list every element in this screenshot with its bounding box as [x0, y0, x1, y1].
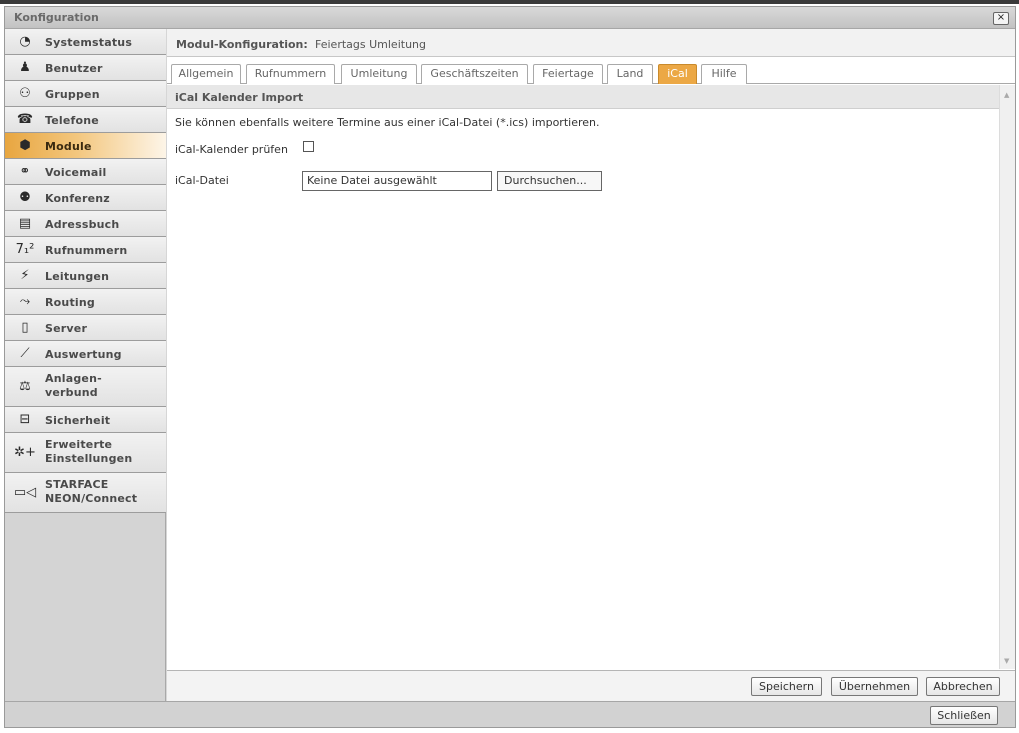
section-header: iCal Kalender Import: [167, 85, 999, 109]
sidebar-item-benutzer[interactable]: ♟ Benutzer: [5, 55, 166, 81]
sidebar-item-label: Erweiterte Einstellungen: [45, 438, 133, 465]
tab-allgemein[interactable]: Allgemein: [171, 64, 241, 84]
sidebar-item-auswertung[interactable]: ⟋ Auswertung: [5, 341, 166, 367]
apply-button[interactable]: Übernehmen: [831, 677, 918, 696]
module-header: Modul-Konfiguration: Feiertags Umleitung: [167, 29, 1015, 57]
sidebar-item-label: Module: [45, 140, 92, 153]
sidebar-item-systemstatus[interactable]: ◔ Systemstatus: [5, 29, 166, 55]
sidebar-item-module[interactable]: ⬢ Module: [5, 133, 166, 159]
sidebar-item-label: Benutzer: [45, 62, 103, 75]
sidebar-item-starface-neon-connect[interactable]: ▭◁ STARFACE NEON/Connect: [5, 473, 166, 513]
addressbook-icon: ▤: [18, 216, 32, 231]
sidebar-item-leitungen[interactable]: ⚡ Leitungen: [5, 263, 166, 289]
scroll-down-icon[interactable]: ▼: [1004, 657, 1009, 665]
module-icon: ⬢: [19, 138, 31, 153]
ical-file-label: iCal-Datei: [175, 174, 229, 187]
scroll-up-icon[interactable]: ▲: [1004, 91, 1009, 99]
save-button[interactable]: Speichern: [751, 677, 822, 696]
cancel-button[interactable]: Abbrechen: [926, 677, 1000, 696]
ical-file-input[interactable]: Keine Datei ausgewählt: [302, 171, 492, 191]
sidebar-item-label: Systemstatus: [45, 36, 133, 49]
sidebar-item-label: STARFACE NEON/Connect: [45, 478, 138, 505]
sidebar-item-voicemail[interactable]: ⚭ Voicemail: [5, 159, 166, 185]
sidebar-item-label: Anlagen- verbund: [45, 372, 102, 399]
user-icon: ♟: [19, 60, 31, 75]
configuration-window: Konfiguration × ◔ Systemstatus ♟ Benutzer ⚇ G…: [4, 6, 1016, 728]
section-title: iCal Kalender Import: [175, 91, 304, 104]
numbers-icon: 7₁²: [15, 242, 35, 257]
info-text: Sie können ebenfalls weitere Termine aus…: [175, 116, 600, 129]
sidebar-item-label: Leitungen: [45, 270, 110, 283]
browse-button[interactable]: Durchsuchen...: [497, 171, 602, 191]
conference-icon: ⚉: [19, 190, 31, 205]
phone-icon: ☎: [16, 112, 34, 127]
tab-land[interactable]: Land: [607, 64, 653, 84]
chart-icon: ⟋: [20, 346, 30, 361]
plug-icon: ⚡: [20, 268, 30, 283]
tab-hilfe[interactable]: Hilfe: [701, 64, 747, 84]
ical-check-label: iCal-Kalender prüfen: [175, 143, 288, 156]
screen-top-edge: [0, 0, 1019, 4]
sidebar-item-routing[interactable]: ⤳ Routing: [5, 289, 166, 315]
close-button[interactable]: Schließen: [930, 706, 998, 725]
tab-umleitung[interactable]: Umleitung: [341, 64, 417, 84]
sidebar-item-label: Voicemail: [45, 166, 107, 179]
sidebar-item-anlagen-verbund[interactable]: ⚖ Anlagen- verbund: [5, 367, 166, 407]
window-title: Konfiguration: [14, 11, 99, 24]
settings-plus-icon: ✲+: [14, 445, 36, 460]
tab-rufnummern[interactable]: Rufnummern: [246, 64, 335, 84]
sidebar-item-sicherheit[interactable]: ⊟ Sicherheit: [5, 407, 166, 433]
sidebar: ◔ Systemstatus ♟ Benutzer ⚇ Gruppen ☎ Telefone ⬢…: [5, 29, 166, 701]
sidebar-item-label: Gruppen: [45, 88, 100, 101]
clock-icon: ◔: [19, 34, 31, 49]
sidebar-item-label: Adressbuch: [45, 218, 120, 231]
footer-bar: Speichern Übernehmen Abbrechen: [167, 670, 1015, 701]
server-icon: ▯: [21, 320, 29, 335]
tab-bar: Allgemein Rufnummern Umleitung Geschäfts…: [167, 57, 1015, 84]
tab-feiertage[interactable]: Feiertage: [533, 64, 603, 84]
ical-check-checkbox[interactable]: [303, 141, 314, 152]
vertical-scrollbar[interactable]: ▲ ▼: [999, 85, 1015, 669]
sidebar-item-telefone[interactable]: ☎ Telefone: [5, 107, 166, 133]
module-header-label: Modul-Konfiguration:: [176, 38, 308, 51]
sidebar-item-adressbuch[interactable]: ▤ Adressbuch: [5, 211, 166, 237]
tab-ical[interactable]: iCal: [658, 64, 697, 84]
sidebar-item-rufnummern[interactable]: 7₁² Rufnummern: [5, 237, 166, 263]
voicemail-icon: ⚭: [19, 164, 31, 179]
sidebar-item-label: Server: [45, 322, 88, 335]
sidebar-item-konferenz[interactable]: ⚉ Konferenz: [5, 185, 166, 211]
ical-import-form: Sie können ebenfalls weitere Termine aus…: [167, 109, 999, 669]
sidebar-item-label: Sicherheit: [45, 414, 111, 427]
main-panel: Modul-Konfiguration: Feiertags Umleitung…: [167, 29, 1015, 701]
sidebar-item-label: Telefone: [45, 114, 99, 127]
network-icon: ⚖: [19, 379, 31, 394]
window-bottom-bar: Schließen: [5, 701, 1015, 727]
sidebar-item-label: Rufnummern: [45, 244, 128, 257]
tab-geschaeftszeiten[interactable]: Geschäftszeiten: [421, 64, 528, 84]
lock-icon: ⊟: [19, 412, 31, 427]
video-icon: ▭◁: [13, 485, 37, 500]
close-icon[interactable]: ×: [993, 12, 1009, 25]
sidebar-item-server[interactable]: ▯ Server: [5, 315, 166, 341]
sidebar-item-label: Konferenz: [45, 192, 110, 205]
group-icon: ⚇: [19, 86, 31, 101]
module-header-value: Feiertags Umleitung: [315, 38, 426, 51]
window-titlebar: Konfiguration ×: [5, 7, 1015, 29]
sidebar-item-erweiterte-einstellungen[interactable]: ✲+ Erweiterte Einstellungen: [5, 433, 166, 473]
sidebar-item-label: Auswertung: [45, 348, 122, 361]
routing-icon: ⤳: [19, 294, 31, 309]
sidebar-item-label: Routing: [45, 296, 95, 309]
sidebar-item-gruppen[interactable]: ⚇ Gruppen: [5, 81, 166, 107]
